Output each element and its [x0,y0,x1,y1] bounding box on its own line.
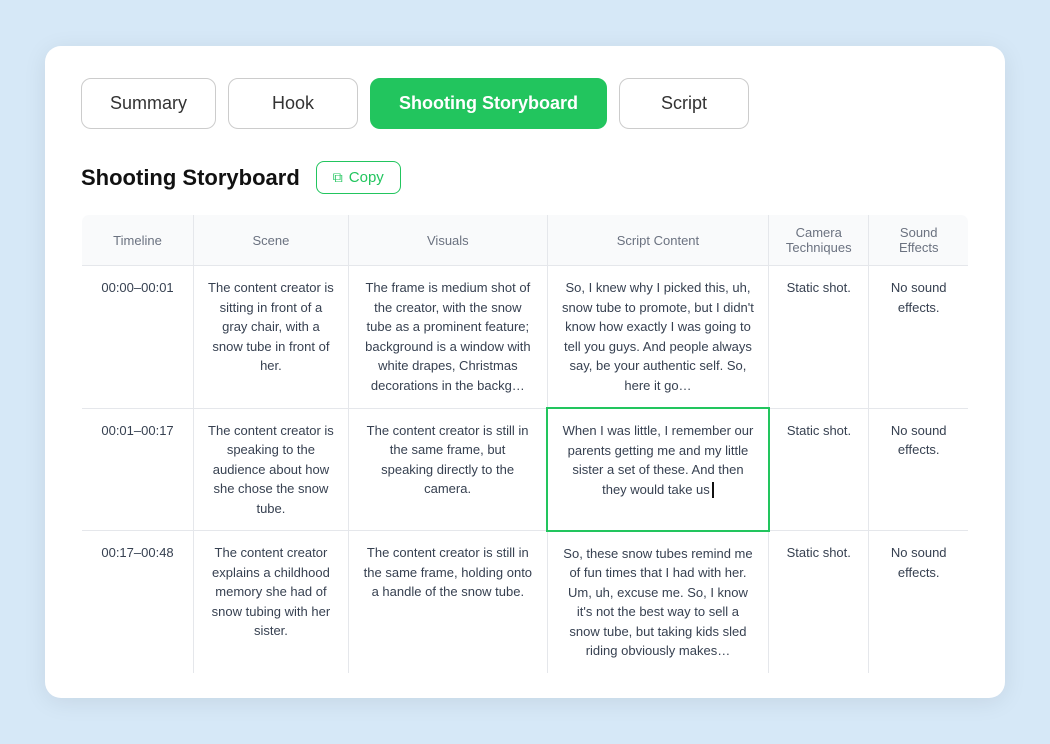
storyboard-table: Timeline Scene Visuals Script Content Ca… [81,214,969,674]
col-header-timeline: Timeline [82,215,194,266]
cell-camera: Static shot. [769,266,869,409]
cell-visuals: The content creator is still in the same… [348,531,547,674]
cell-timeline: 00:00–00:01 [82,266,194,409]
table-row: 00:17–00:48 The content creator explains… [82,531,969,674]
col-header-visuals: Visuals [348,215,547,266]
col-header-script: Script Content [547,215,768,266]
cell-scene: The content creator is speaking to the a… [194,408,349,531]
section-title: Shooting Storyboard [81,165,300,191]
cell-timeline: 00:17–00:48 [82,531,194,674]
table-header-row: Timeline Scene Visuals Script Content Ca… [82,215,969,266]
text-cursor [712,482,714,498]
cell-scene: The content creator explains a childhood… [194,531,349,674]
tab-bar: Summary Hook Shooting Storyboard Script [81,78,969,129]
copy-icon: ⧉ [333,169,343,186]
copy-button[interactable]: ⧉ Copy [316,161,401,194]
table-row: 00:01–00:17 The content creator is speak… [82,408,969,531]
cell-visuals: The frame is medium shot of the creator,… [348,266,547,409]
col-header-sound: SoundEffects [869,215,969,266]
tab-shooting-storyboard[interactable]: Shooting Storyboard [370,78,607,129]
section-header: Shooting Storyboard ⧉ Copy [81,161,969,194]
cell-camera: Static shot. [769,408,869,531]
cell-sound: No sound effects. [869,531,969,674]
table-row: 00:00–00:01 The content creator is sitti… [82,266,969,409]
cell-visuals: The content creator is still in the same… [348,408,547,531]
cell-script: So, these snow tubes remind me of fun ti… [547,531,768,674]
tab-script[interactable]: Script [619,78,749,129]
cell-sound: No sound effects. [869,266,969,409]
col-header-camera: CameraTechniques [769,215,869,266]
cell-script: When I was little, I remember our parent… [547,408,768,531]
col-header-scene: Scene [194,215,349,266]
main-card: Summary Hook Shooting Storyboard Script … [45,46,1005,698]
cell-timeline: 00:01–00:17 [82,408,194,531]
tab-summary[interactable]: Summary [81,78,216,129]
cell-sound: No sound effects. [869,408,969,531]
cell-scene: The content creator is sitting in front … [194,266,349,409]
cell-camera: Static shot. [769,531,869,674]
cell-script: So, I knew why I picked this, uh, snow t… [547,266,768,409]
tab-hook[interactable]: Hook [228,78,358,129]
copy-label: Copy [349,169,384,186]
